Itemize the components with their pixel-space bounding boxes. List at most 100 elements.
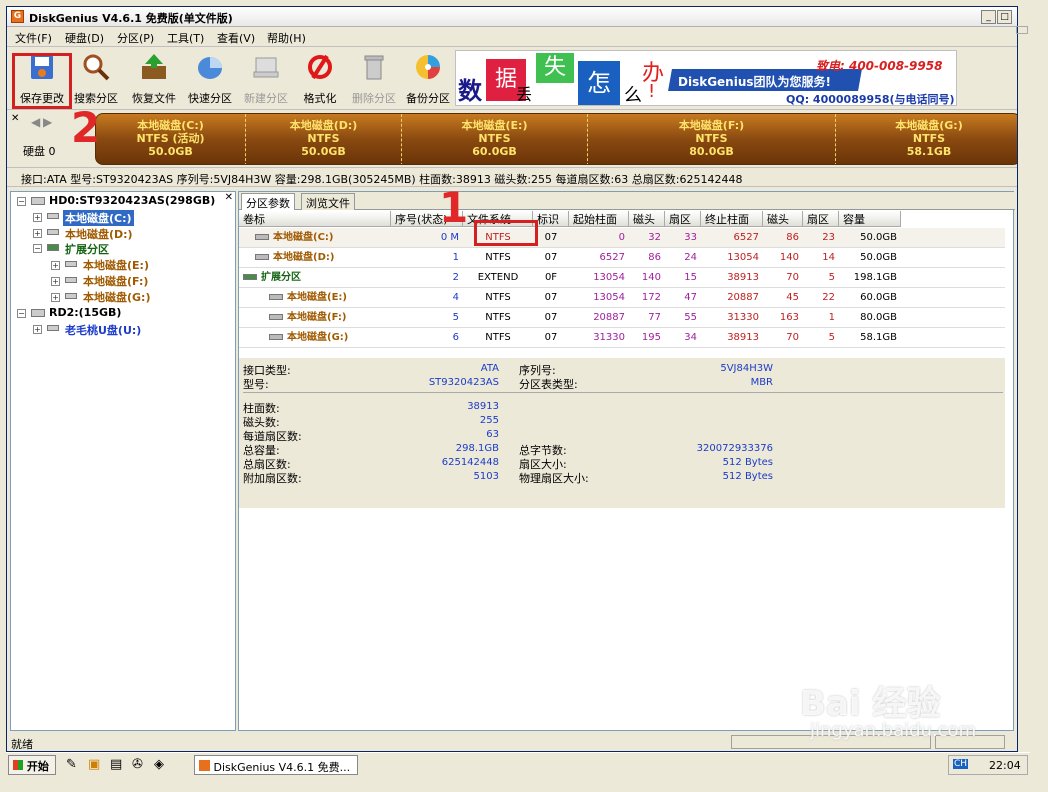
col-header-label[interactable]: 卷标 [239,211,391,227]
table-cell-id: 0F [544,272,558,283]
banner-char-3: 丢 [516,85,533,104]
tree-usb-u[interactable]: 老毛桃U盘(U:) [65,322,141,338]
banner-char-8: ! [648,81,656,102]
tab-browse-files[interactable]: 浏览文件 [301,193,355,210]
tree-partition-c[interactable]: 本地磁盘(C:) [63,210,134,226]
quicklaunch-icon[interactable]: ✎ [66,757,77,772]
detail-value: 5103 [473,471,499,482]
table-row[interactable]: 本地磁盘(E:) 4 NTFS 07 13054 172 47 20887 45 22 60.0GB [239,288,1005,308]
system-tray: CH 22:04 [948,755,1028,775]
tree-partition-d[interactable]: 本地磁盘(D:) [65,226,133,242]
partition-label: 本地磁盘(G:) [287,332,349,343]
format-button[interactable]: 格式化 [291,52,349,106]
table-row[interactable]: 本地磁盘(C:) 0 M NTFS 07 0 32 33 6527 86 23 50.0GB [239,228,1005,248]
tree-partition-f[interactable]: 本地磁盘(F:) [83,273,148,289]
col-header-end-cyl[interactable]: 终止柱面 [701,211,763,227]
expand-icon[interactable]: + [51,277,60,286]
tree-rd2[interactable]: RD2:(15GB) [49,306,121,319]
col-header-end-sector[interactable]: 扇区 [803,211,839,227]
col-header-end-head[interactable]: 磁头 [763,211,803,227]
tab-partition-params[interactable]: 分区参数 [241,193,295,210]
disk-map-bar: ✕ ◀ ▶ 硬盘 0 本地磁盘(C:) NTFS (活动) 50.0GB 本地磁盘(… [7,111,1017,167]
new-partition-button[interactable]: 新建分区 [237,52,295,106]
detail-label: 分区表类型: [519,378,578,391]
taskbar-button-diskgenius[interactable]: DiskGenius V4.6.1 免费... [194,755,358,775]
minimize-button[interactable]: _ [981,10,996,24]
partition-segment-c[interactable]: 本地磁盘(C:) NTFS (活动) 50.0GB [96,114,246,164]
partition-label: 本地磁盘(E:) [287,292,347,303]
close-pane-icon[interactable]: ✕ [225,192,233,203]
partition-icon [65,277,77,283]
partition-segment-g[interactable]: 本地磁盘(G:) NTFS 58.1GB [836,114,1017,164]
table-row[interactable]: 扩展分区 2 EXTEND 0F 13054 140 15 38913 70 5 198.1GB [239,268,1005,288]
close-small-icon[interactable]: ✕ [11,113,19,124]
collapse-icon[interactable]: − [17,309,26,318]
table-cell-eh: 140 [779,252,799,263]
status-text: 就绪 [11,738,33,751]
menu-disk[interactable]: 硬盘(D) [65,30,104,46]
quicklaunch-icon[interactable]: ▤ [110,757,122,772]
collapse-icon[interactable]: − [33,244,42,253]
prev-disk-icon[interactable]: ◀ [31,115,40,129]
detail-value: 625142448 [441,457,499,468]
start-button[interactable]: 开始 [8,755,56,775]
col-header-start-sector[interactable]: 扇区 [665,211,701,227]
table-cell-id: 07 [544,312,558,323]
app-icon: G [11,10,24,23]
expand-icon[interactable]: + [51,293,60,302]
table-cell-eh: 163 [779,312,799,323]
col-header-capacity[interactable]: 容量 [839,211,901,227]
expand-icon[interactable]: + [33,325,42,334]
partition-segment-f[interactable]: 本地磁盘(F:) NTFS 80.0GB [588,114,836,164]
table-row[interactable]: 本地磁盘(D:) 1 NTFS 07 6527 86 24 13054 140 14 50.0GB [239,248,1005,268]
table-cell-no: 5 [452,312,459,323]
table-cell-ss: 47 [684,292,697,303]
collapse-icon[interactable]: − [17,197,26,206]
detail-value: ATA [480,363,499,374]
table-row[interactable]: 本地磁盘(F:) 5 NTFS 07 20887 77 55 31330 163 1 80.0GB [239,308,1005,328]
delete-partition-button[interactable]: 删除分区 [345,52,403,106]
recover-files-button[interactable]: 恢复文件 [125,52,183,106]
table-cell-no: 4 [452,292,459,303]
quicklaunch-icon[interactable]: ◈ [154,757,164,772]
col-header-start-cyl[interactable]: 起始柱面 [569,211,629,227]
table-cell-eh: 86 [786,232,799,243]
table-cell-eh: 70 [786,272,799,283]
input-lang-indicator[interactable]: CH [953,759,969,769]
tree-partition-g[interactable]: 本地磁盘(G:) [83,289,150,305]
backup-partition-button[interactable]: 备份分区 [399,52,457,106]
search-partition-button[interactable]: 搜索分区 [67,52,125,106]
menu-tools[interactable]: 工具(T) [167,30,204,46]
expand-icon[interactable]: + [33,213,42,222]
ad-banner[interactable]: 数 据 丢 失 怎 么 办 ! DiskGenius团队为您服务! 致电: 40… [455,50,957,106]
table-cell-id: 07 [544,232,558,243]
maximize-button[interactable]: □ [997,10,1012,24]
tree-partition-e[interactable]: 本地磁盘(E:) [83,257,149,273]
tree-hd0[interactable]: HD0:ST9320423AS(298GB) [49,194,215,207]
table-cell-es: 22 [822,292,835,303]
disk-info-line: 接口:ATA 型号:ST9320423AS 序列号:5VJ84H3W 容量:29… [7,167,1017,187]
extended-partition-icon [243,274,257,280]
partition-icon [65,261,77,267]
table-row[interactable]: 本地磁盘(G:) 6 NTFS 07 31330 195 34 38913 70 5 58.1GB [239,328,1005,348]
tree-extended[interactable]: 扩展分区 [65,241,109,257]
next-disk-icon[interactable]: ▶ [43,115,52,129]
quicklaunch-icon[interactable]: ▣ [88,757,100,772]
partition-segment-d[interactable]: 本地磁盘(D:) NTFS 50.0GB [246,114,402,164]
partition-segment-e[interactable]: 本地磁盘(E:) NTFS 60.0GB [402,114,588,164]
table-cell-ss: 24 [684,252,697,263]
watermark-logo: Bai 经验 [800,684,941,724]
table-cell-ss: 15 [684,272,697,283]
table-cell-fs: EXTEND [477,272,519,283]
col-header-start-head[interactable]: 磁头 [629,211,665,227]
menu-partition[interactable]: 分区(P) [117,30,154,46]
menu-help[interactable]: 帮助(H) [267,30,306,46]
quick-partition-button[interactable]: 快速分区 [181,52,239,106]
menu-file[interactable]: 文件(F) [15,30,52,46]
page-scrollbar[interactable] [1014,20,1032,752]
expand-icon[interactable]: + [33,229,42,238]
expand-icon[interactable]: + [51,261,60,270]
col-header-id[interactable]: 标识 [533,211,569,227]
quicklaunch-icon[interactable]: ✇ [132,757,143,772]
menu-view[interactable]: 查看(V) [217,30,255,46]
